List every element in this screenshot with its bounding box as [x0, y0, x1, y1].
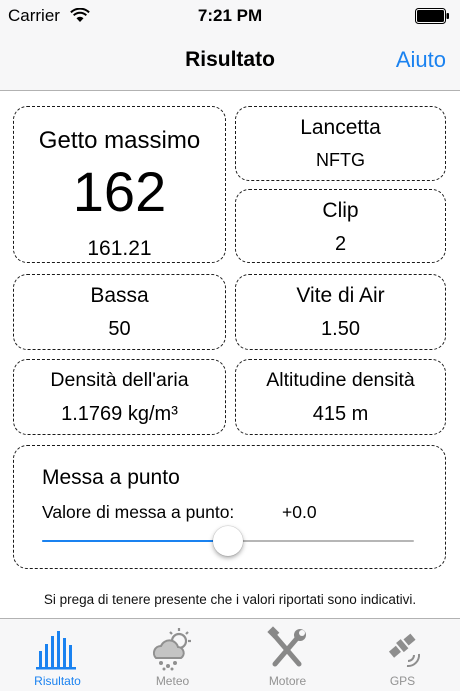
help-button[interactable]: Aiuto — [396, 47, 446, 73]
max-jet-precise-value: 161.21 — [87, 237, 152, 260]
disclaimer-text: Si prega di tenere presente che i valori… — [43, 592, 417, 607]
air-screw-card: Vite di Air 1.50 — [235, 274, 446, 350]
page-title: Risultato — [185, 48, 275, 71]
tuning-slider-thumb[interactable] — [213, 526, 243, 556]
air-density-value: 1.1769 kg/m³ — [61, 403, 178, 425]
status-bar: Carrier 7:21 PM — [0, 0, 460, 32]
air-screw-value: 1.50 — [321, 318, 360, 340]
low-title: Bassa — [90, 284, 149, 307]
clip-title: Clip — [322, 199, 359, 222]
air-density-title: Densità dell'aria — [50, 369, 189, 391]
low-card: Bassa 50 — [13, 274, 226, 350]
density-altitude-value: 415 m — [312, 403, 369, 425]
tab-weather-label: Meteo — [155, 674, 190, 688]
tab-result[interactable]: Risultato — [0, 619, 115, 691]
tab-engine[interactable]: Motore — [230, 619, 345, 691]
density-altitude-card: Altitudine densità 415 m — [235, 359, 446, 435]
status-time: 7:21 PM — [197, 6, 263, 25]
tuning-card: Messa a punto Valore di messa a punto: +… — [13, 445, 446, 569]
tuning-value: +0.0 — [282, 502, 317, 522]
weather-icon — [152, 628, 191, 671]
bar-chart-icon — [36, 631, 76, 670]
tab-bar: Risultato Meteo Motore GPS — [0, 618, 460, 691]
max-jet-card: Getto massimo 162 161.21 — [13, 106, 226, 263]
satellite-icon — [388, 633, 421, 668]
low-value: 50 — [108, 318, 131, 340]
max-jet-value: 162 — [72, 160, 167, 223]
tuning-slider-fill — [42, 540, 228, 542]
max-jet-title: Getto massimo — [38, 127, 201, 154]
needle-title: Lancetta — [300, 116, 381, 139]
tuning-value-label: Valore di messa a punto: — [42, 502, 235, 522]
needle-value: NFTG — [316, 150, 365, 170]
tools-icon — [267, 626, 306, 667]
density-altitude-title: Altitudine densità — [266, 369, 415, 391]
battery-icon — [415, 8, 449, 24]
tab-weather[interactable]: Meteo — [115, 619, 230, 691]
tab-gps[interactable]: GPS — [345, 619, 460, 691]
clip-card: Clip 2 — [235, 189, 446, 263]
tuning-title: Messa a punto — [42, 466, 180, 489]
tab-engine-label: Motore — [268, 674, 307, 688]
result-content: Getto massimo 162 161.21 Lancetta NFTG C… — [0, 91, 460, 618]
navigation-bar: Risultato Aiuto — [0, 32, 460, 91]
air-screw-title: Vite di Air — [296, 284, 385, 307]
clip-value: 2 — [334, 233, 347, 255]
needle-card: Lancetta NFTG — [235, 106, 446, 181]
tab-gps-label: GPS — [389, 674, 416, 688]
air-density-card: Densità dell'aria 1.1769 kg/m³ — [13, 359, 226, 435]
tab-result-label: Risultato — [34, 674, 81, 688]
